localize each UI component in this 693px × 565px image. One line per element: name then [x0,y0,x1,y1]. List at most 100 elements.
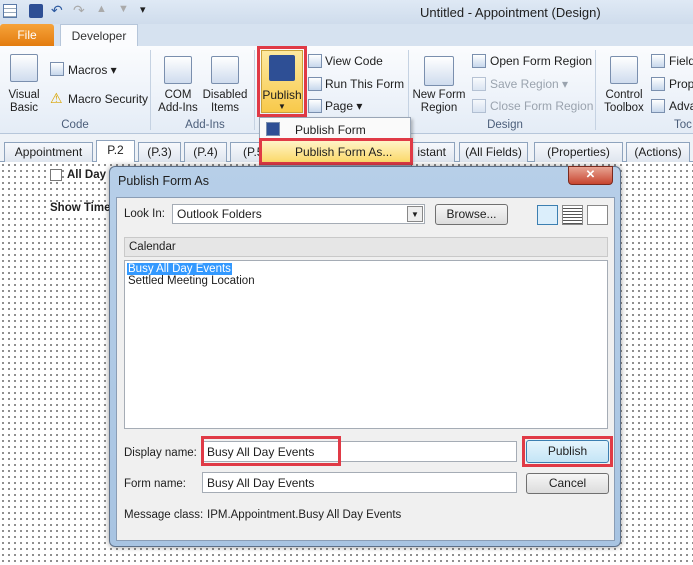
file-tab[interactable]: File [0,24,54,46]
new-form-region-icon [424,56,454,86]
tab-p4[interactable]: (P.4) [184,142,227,162]
macro-security-button[interactable]: Macro Security [68,92,148,106]
forms-list[interactable]: Busy All Day Events Settled Meeting Loca… [124,260,608,429]
message-class-label: Message class: [124,509,204,521]
com-addins-icon [164,56,192,84]
close-button[interactable]: ✕ [568,166,613,185]
browse-button[interactable]: Browse... [435,204,508,225]
com-addins-button[interactable]: COM Add-Ins [154,89,202,115]
tree-view-icon[interactable] [587,205,608,225]
open-form-region-button[interactable]: Open Form Region [490,54,592,68]
addins-group-label: Add-Ins [185,119,225,131]
label: COM [164,89,192,101]
page-icon [308,99,322,113]
label: Region [420,102,458,114]
save-region-icon [472,77,486,91]
label: Add-Ins [158,102,198,114]
view-code-button[interactable]: View Code [325,54,383,68]
field-chooser-button[interactable]: Field [669,54,693,68]
list-item[interactable]: Settled Meeting Location [127,275,605,287]
label: Publish [262,88,302,102]
all-day-label: All Day [67,169,106,181]
label: Save Region [490,77,559,91]
label: New Form [412,89,466,101]
look-in-dropdown[interactable]: Outlook Folders ▼ [172,204,425,224]
ribbon-tab-row: File Developer [0,24,693,47]
floppy-icon [269,55,295,81]
new-form-region-button[interactable]: New Form Region [410,89,468,115]
title-bar: ↶ ↷ ▲ ▼ ▾ Untitled - Appointment (Design… [0,0,693,24]
macros-button[interactable]: Macros ▾ [68,63,117,77]
label: Disabled [202,89,248,101]
macros-icon [50,62,64,76]
properties-button[interactable]: Prop [669,77,693,91]
view-code-icon [308,54,322,68]
show-time-label: Show Time [50,202,111,214]
redo-icon[interactable]: ↷ [73,2,85,19]
disabled-items-icon [211,56,239,84]
label: Items [210,102,240,114]
publish-form-as-dialog: Publish Form As ✕ Look In: Outlook Folde… [109,166,621,547]
warning-icon: ⚠ [50,90,63,106]
tab-appointment[interactable]: Appointment [4,142,93,162]
tab-all-fields[interactable]: (All Fields) [459,142,528,162]
menu-item-publish-form[interactable]: Publish Form [295,123,366,137]
list-item[interactable]: Busy All Day Events [127,263,232,275]
undo-icon[interactable]: ↶ [51,2,63,19]
publish-form-icon [266,122,280,136]
save-icon[interactable] [29,4,43,18]
divider [254,50,255,130]
label: Publish Form As... [295,145,393,159]
field-chooser-icon [651,54,665,68]
up-icon[interactable]: ▲ [96,3,107,15]
publish-button[interactable]: Publish ▼ [261,50,303,113]
advanced-properties-button[interactable]: Adva [669,99,693,113]
all-day-checkbox[interactable] [50,169,62,181]
list-view-icon[interactable] [537,205,558,225]
publish-button[interactable]: Publish [526,440,609,463]
run-form-icon [308,77,322,91]
toolbox-icon [610,56,638,84]
save-region-button[interactable]: Save Region ▾ [490,77,568,91]
close-form-region-button[interactable]: Close Form Region [490,99,593,113]
disabled-items-button[interactable]: Disabled Items [200,89,250,115]
label: Basic [9,102,39,114]
publish-highlight: Publish [522,436,613,467]
window-title: Untitled - Appointment (Design) [420,5,601,20]
down-icon[interactable]: ▼ [118,3,129,15]
dropdown-arrow-icon: ▼ [278,102,286,111]
dialog-body: Look In: Outlook Folders ▼ Browse... Cal… [116,197,615,541]
display-name-highlight [201,436,341,466]
design-group-label: Design [487,119,523,131]
customize-qat-icon[interactable]: ▾ [140,3,146,16]
label: Control [605,89,643,101]
run-form-button[interactable]: Run This Form [325,77,404,91]
value: Outlook Folders [177,207,262,221]
tab-p2[interactable]: P.2 [96,140,135,162]
open-folder-icon [472,54,486,68]
divider [150,50,151,130]
page-button[interactable]: Page ▾ [325,99,362,113]
tab-p3[interactable]: (P.3) [138,142,181,162]
cancel-button[interactable]: Cancel [526,473,609,494]
publish-highlight: Publish ▼ [257,46,307,117]
form-name-label: Form name: [124,478,186,490]
close-region-icon [472,99,486,113]
details-view-icon[interactable] [562,205,583,225]
label: Macros [68,63,108,77]
code-group-label: Code [61,119,89,131]
developer-tab[interactable]: Developer [60,24,138,47]
tab-actions[interactable]: (Actions) [626,142,690,162]
folder-path: Calendar [124,237,608,257]
advanced-properties-icon [651,99,665,113]
label: Page [325,99,354,113]
tools-group-label: Toc [674,119,692,131]
form-name-input[interactable]: Busy All Day Events [202,472,517,493]
menu-item-publish-form-as[interactable]: Publish Form As... [259,138,413,165]
control-toolbox-button[interactable]: Control Toolbox [600,89,648,115]
tab-properties[interactable]: (Properties) [534,142,623,162]
label: Visual [8,89,40,101]
visual-basic-button[interactable]: Visual Basic [4,89,44,115]
properties-icon [651,77,665,91]
chevron-down-icon[interactable]: ▼ [407,206,423,222]
